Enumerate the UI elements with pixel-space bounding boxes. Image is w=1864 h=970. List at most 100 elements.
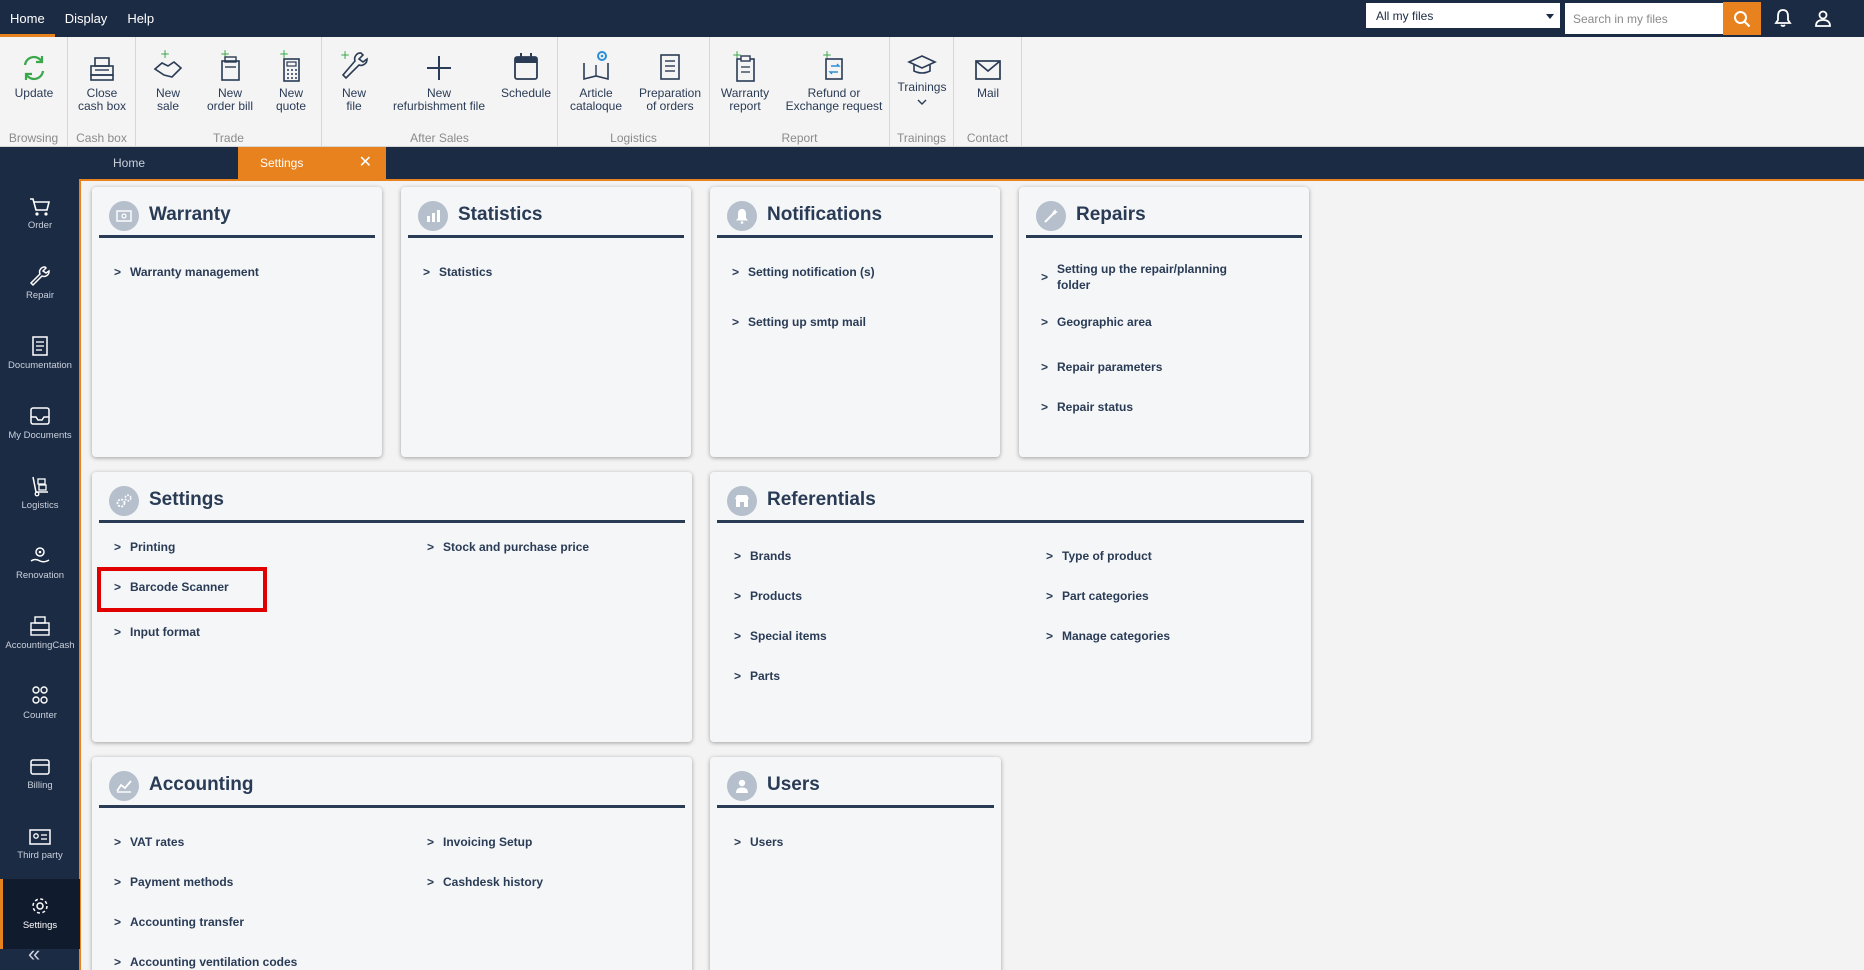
- user-icon: [1815, 10, 1831, 27]
- handshake-plus-icon: +: [153, 49, 183, 78]
- link-type-of-product[interactable]: > Type of product: [1046, 549, 1152, 563]
- group-label-after-sales: After Sales: [410, 131, 469, 145]
- nav-third-party[interactable]: Third party: [0, 809, 80, 879]
- new-sale-button[interactable]: + New sale: [136, 43, 200, 113]
- search-button[interactable]: [1723, 2, 1761, 35]
- link-repair-status[interactable]: > Repair status: [1041, 400, 1133, 414]
- top-menu: Home Display Help: [0, 0, 164, 37]
- ribbon-group-cash-box: Close cash box Cash box: [68, 37, 136, 147]
- link-repair-parameters[interactable]: > Repair parameters: [1041, 360, 1162, 374]
- link-vat-rates[interactable]: > VAT rates: [114, 835, 184, 849]
- trainings-dropdown-button[interactable]: Trainings: [890, 51, 954, 109]
- plus-icon: [427, 56, 451, 80]
- new-file-button[interactable]: + New file: [322, 43, 386, 113]
- tab-settings[interactable]: Settings ✕: [238, 147, 386, 179]
- magic-wand-icon: [1036, 201, 1066, 231]
- nav-counter[interactable]: Counter: [0, 669, 80, 739]
- ribbon-group-report: + Warranty report + Refund or Exchange r…: [710, 37, 890, 147]
- nav-accounting-cash[interactable]: AccountingCash: [0, 599, 80, 669]
- card-statistics: Statistics > Statistics: [401, 187, 691, 457]
- warranty-report-button[interactable]: + Warranty report: [710, 43, 780, 113]
- certificate-icon: [109, 201, 139, 231]
- collapse-nav-button[interactable]: «: [28, 941, 40, 967]
- close-cash-box-button[interactable]: Close cash box: [68, 43, 136, 113]
- link-setting-up-smtp-mail[interactable]: > Setting up smtp mail: [732, 315, 866, 329]
- new-refurbishment-file-button[interactable]: New refurbishment file: [382, 43, 496, 113]
- notifications-button[interactable]: [1771, 6, 1795, 30]
- link-warranty-management[interactable]: > Warranty management: [114, 265, 259, 279]
- search-input[interactable]: [1565, 3, 1723, 34]
- new-order-bill-button[interactable]: + New order bill: [198, 43, 262, 113]
- group-label-cash-box: Cash box: [76, 131, 127, 145]
- link-stock-and-purchase-price[interactable]: > Stock and purchase price: [427, 540, 589, 554]
- link-accounting-ventilation-codes[interactable]: > Accounting ventilation codes: [114, 955, 297, 969]
- nav-renovation[interactable]: Renovation: [0, 529, 80, 599]
- menu-display[interactable]: Display: [55, 0, 118, 37]
- top-bar: Home Display Help All my files: [0, 0, 1864, 37]
- link-geographic-area[interactable]: > Geographic area: [1041, 315, 1152, 329]
- chart-icon: [418, 201, 448, 231]
- update-button[interactable]: Update: [0, 43, 68, 100]
- article-catalogue-button[interactable]: Article cataloque: [558, 43, 634, 113]
- tab-settings-label: Settings: [260, 156, 304, 170]
- mail-button[interactable]: Mail: [954, 43, 1022, 100]
- link-users[interactable]: > Users: [734, 835, 783, 849]
- group-label-contact: Contact: [966, 131, 1009, 145]
- tab-home[interactable]: Home: [113, 147, 145, 179]
- schedule-button[interactable]: Schedule: [494, 43, 558, 100]
- nav-order[interactable]: Order: [0, 179, 80, 249]
- cash-register-icon: [30, 616, 50, 636]
- link-setting-up-repair-planning-folder[interactable]: > Setting up the repair/planning folder: [1041, 261, 1241, 293]
- link-input-format[interactable]: > Input format: [114, 625, 200, 639]
- nav-my-documents[interactable]: My Documents: [0, 389, 80, 459]
- link-products[interactable]: > Products: [734, 589, 802, 603]
- card-referentials: Referentials > Brands > Products > Special …: [710, 472, 1311, 742]
- scope-select[interactable]: All my files: [1366, 3, 1560, 29]
- group-label-browsing: Browsing: [8, 131, 59, 145]
- nav-repair[interactable]: Repair: [0, 249, 80, 319]
- card-icon: [30, 759, 50, 775]
- link-special-items[interactable]: > Special items: [734, 629, 827, 643]
- menu-home[interactable]: Home: [0, 0, 55, 37]
- link-setting-notification[interactable]: > Setting notification (s): [732, 265, 875, 279]
- link-printing[interactable]: > Printing: [114, 540, 175, 554]
- wrench-plus-icon: +: [340, 49, 368, 80]
- link-payment-methods[interactable]: > Payment methods: [114, 875, 233, 889]
- card-accounting: Accounting > VAT rates > Payment methods >…: [92, 757, 692, 970]
- link-statistics[interactable]: > Statistics: [423, 265, 492, 279]
- link-invoicing-setup[interactable]: > Invoicing Setup: [427, 835, 532, 849]
- caret-down-icon: [1546, 14, 1554, 19]
- preparation-of-orders-button[interactable]: Preparation of orders: [630, 43, 710, 113]
- link-manage-categories[interactable]: > Manage categories: [1046, 629, 1170, 643]
- link-part-categories[interactable]: > Part categories: [1046, 589, 1149, 603]
- ribbon-group-logistics: Article cataloque Preparation of orders …: [558, 37, 710, 147]
- cart-icon: [30, 198, 51, 216]
- nav-billing[interactable]: Billing: [0, 739, 80, 809]
- area-chart-icon: [109, 771, 139, 801]
- store-icon: [727, 486, 757, 516]
- id-card-icon: [29, 829, 51, 845]
- link-accounting-transfer[interactable]: > Accounting transfer: [114, 915, 244, 929]
- people-icon: [32, 686, 48, 704]
- ribbon-group-trade: + New sale + New order bill + New quote …: [136, 37, 322, 147]
- link-brands[interactable]: > Brands: [734, 549, 791, 563]
- chevron-down-icon: [890, 96, 954, 109]
- nav-settings[interactable]: Settings: [0, 879, 80, 949]
- gears-icon: [109, 486, 139, 516]
- card-header: Users: [717, 763, 994, 808]
- left-nav: Order Repair Documentation My Documents …: [0, 179, 81, 970]
- menu-help[interactable]: Help: [117, 0, 164, 37]
- nav-documentation[interactable]: Documentation: [0, 319, 80, 389]
- card-header: Statistics: [408, 193, 684, 238]
- card-header: Referentials: [717, 478, 1304, 523]
- link-parts[interactable]: > Parts: [734, 669, 780, 683]
- order-bill-plus-icon: +: [220, 49, 240, 81]
- card-header: Settings: [99, 478, 685, 523]
- refund-or-exchange-button[interactable]: + Refund or Exchange request: [778, 43, 890, 113]
- close-icon[interactable]: ✕: [359, 147, 372, 179]
- gear-icon: [32, 898, 48, 914]
- link-cashdesk-history[interactable]: > Cashdesk history: [427, 875, 543, 889]
- user-account-button[interactable]: [1811, 6, 1835, 30]
- new-quote-button[interactable]: + New quote: [260, 43, 322, 113]
- nav-logistics[interactable]: Logistics: [0, 459, 80, 529]
